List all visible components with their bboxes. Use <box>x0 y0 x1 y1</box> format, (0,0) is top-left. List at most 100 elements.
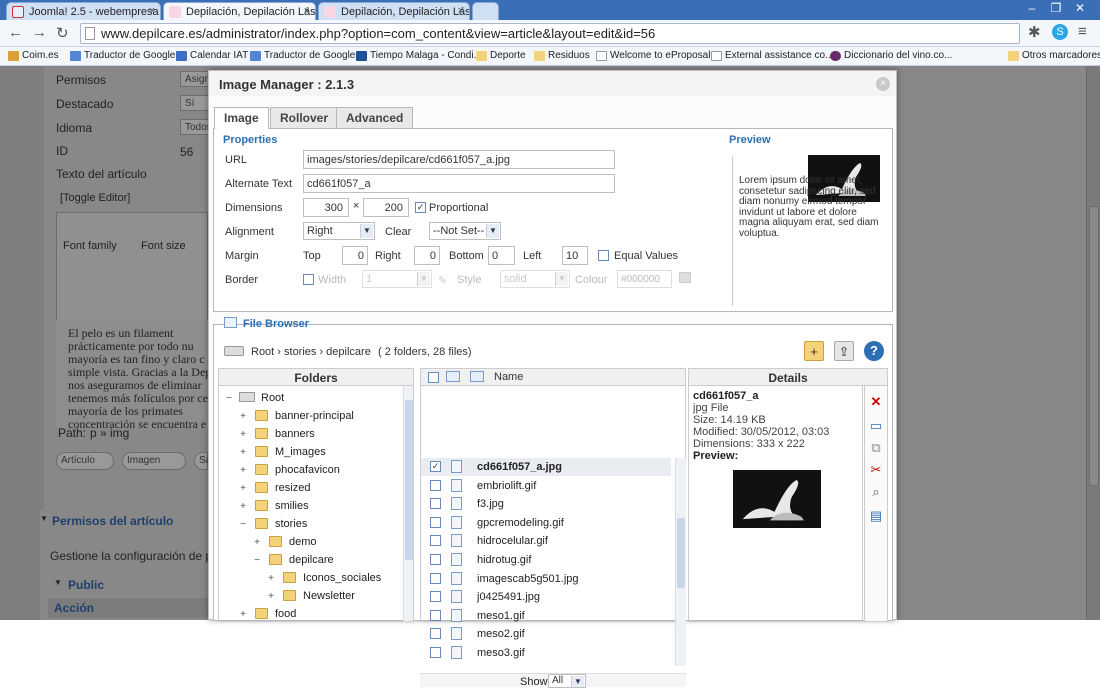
folder-item[interactable]: food <box>275 608 296 620</box>
insert-icon[interactable]: ▭ <box>866 416 886 436</box>
folder-item[interactable]: Iconos_sociales <box>303 572 381 584</box>
tree-toggle[interactable]: + <box>239 609 247 620</box>
folder-item[interactable]: resized <box>275 482 310 494</box>
tree-toggle[interactable]: + <box>239 501 247 512</box>
tree-toggle[interactable]: + <box>239 465 247 476</box>
file-row[interactable]: hidrocelular.gif <box>421 532 671 550</box>
tree-toggle[interactable]: + <box>267 591 275 602</box>
close-tab-icon[interactable]: × <box>149 5 155 17</box>
proportional-checkbox[interactable]: ✓ <box>415 202 426 213</box>
bookmark-item[interactable]: Diccionario del vino.co... <box>830 50 952 61</box>
tab-rollover[interactable]: Rollover <box>270 107 339 128</box>
width-input[interactable]: 300 <box>303 198 349 217</box>
browser-tab-depilcare[interactable]: Depilación, Depilación Láser, × <box>318 2 470 20</box>
clear-select[interactable]: --Not Set-- ▼ <box>429 222 501 240</box>
delete-icon[interactable]: ✕ <box>866 392 886 412</box>
file-checkbox[interactable] <box>430 628 441 639</box>
tree-toggle[interactable]: + <box>239 411 247 422</box>
browser-tab-joomla[interactable]: Joomla! 2.5 - webempresa jo × <box>6 2 161 20</box>
folder-item[interactable]: Newsletter <box>303 590 355 602</box>
bookmark-item[interactable]: Tiempo Malaga - Condi... <box>356 50 482 61</box>
copy-icon[interactable]: ⧉ <box>866 438 886 458</box>
scrollbar-thumb[interactable] <box>1089 206 1099 486</box>
new-tab-button[interactable] <box>472 2 499 20</box>
tree-toggle[interactable]: − <box>239 519 247 530</box>
height-input[interactable]: 200 <box>363 198 409 217</box>
file-row-selected[interactable]: ✓ cd661f057_a.jpg <box>421 458 671 476</box>
tab-image[interactable]: Image <box>214 107 269 129</box>
folder-item[interactable]: banners <box>275 428 315 440</box>
back-icon[interactable]: ← <box>8 24 23 41</box>
file-checkbox[interactable] <box>430 610 441 621</box>
page-scrollbar[interactable] <box>1086 66 1100 620</box>
url-input[interactable]: images/stories/depilcare/cd661f057_a.jpg <box>303 150 615 169</box>
tree-toggle[interactable]: + <box>267 573 275 584</box>
minimize-icon[interactable]: – <box>1020 1 1044 15</box>
tree-toggle[interactable]: − <box>253 555 261 566</box>
tree-toggle[interactable]: + <box>253 537 261 548</box>
menu-icon[interactable]: ≡ <box>1078 23 1087 40</box>
file-row[interactable]: imagescab5g501.jpg <box>421 570 671 588</box>
breadcrumb[interactable]: Root › stories › depilcare <box>251 346 371 358</box>
close-tab-icon[interactable]: × <box>458 5 464 17</box>
scrollbar-thumb[interactable] <box>677 518 685 588</box>
help-icon[interactable]: ? <box>864 341 884 361</box>
bookmark-item[interactable]: Welcome to eProposal. <box>596 50 713 61</box>
file-list-scrollbar[interactable] <box>675 458 686 666</box>
file-checkbox[interactable] <box>430 535 441 546</box>
file-row[interactable]: j0425491.jpg <box>421 588 671 606</box>
scrollbar-thumb[interactable] <box>405 400 413 560</box>
file-checkbox[interactable] <box>430 498 441 509</box>
folder-item[interactable]: Root <box>261 392 284 404</box>
file-row[interactable]: meso2.gif <box>421 625 671 643</box>
file-checkbox[interactable] <box>430 554 441 565</box>
tree-toggle[interactable]: + <box>239 429 247 440</box>
show-select[interactable]: All ▼ <box>548 674 586 688</box>
file-row[interactable]: gpcremodeling.gif <box>421 514 671 532</box>
folder-item[interactable]: M_images <box>275 446 326 458</box>
folder-item-selected[interactable]: depilcare <box>289 554 334 566</box>
bookmark-folder[interactable]: Otros marcadores <box>1008 50 1100 61</box>
margin-left-input[interactable]: 10 <box>562 246 588 265</box>
margin-right-input[interactable]: 0 <box>414 246 440 265</box>
margin-bottom-input[interactable]: 0 <box>488 246 515 265</box>
bookmark-item[interactable]: Calendar IAT <box>176 50 248 61</box>
folder-item[interactable]: smilies <box>275 500 309 512</box>
sort-icon[interactable] <box>470 371 484 382</box>
paste-icon[interactable]: ▤ <box>866 506 886 526</box>
bookmark-item[interactable]: Traductor de Google <box>250 50 355 61</box>
close-window-icon[interactable]: ✕ <box>1068 1 1092 15</box>
folder-item[interactable]: stories <box>275 518 307 530</box>
bookmark-folder[interactable]: Deporte <box>476 50 526 61</box>
file-checkbox[interactable] <box>430 480 441 491</box>
border-checkbox[interactable] <box>303 274 314 285</box>
file-checkbox[interactable] <box>430 647 441 658</box>
file-row[interactable]: meso1.gif <box>421 607 671 625</box>
close-tab-icon[interactable]: × <box>304 5 310 17</box>
upload-icon[interactable]: ⇪ <box>834 341 854 361</box>
bookmark-folder[interactable]: Residuos <box>534 50 590 61</box>
margin-top-input[interactable]: 0 <box>342 246 368 265</box>
bookmark-item[interactable]: External assistance co... <box>711 50 833 61</box>
file-row[interactable]: embriolift.gif <box>421 477 671 495</box>
file-checkbox[interactable] <box>430 591 441 602</box>
sort-icon[interactable] <box>446 371 460 382</box>
reload-icon[interactable]: ↻ <box>56 24 69 42</box>
view-icon[interactable]: ⌕ <box>866 482 886 502</box>
new-folder-icon[interactable]: + <box>804 341 824 361</box>
file-row[interactable]: f3.jpg <box>421 495 671 513</box>
folder-item[interactable]: demo <box>289 536 317 548</box>
close-dialog-icon[interactable]: × <box>876 77 890 91</box>
maximize-icon[interactable]: ❐ <box>1044 1 1068 15</box>
file-checkbox[interactable]: ✓ <box>430 461 441 472</box>
file-row[interactable]: hidrotug.gif <box>421 551 671 569</box>
tab-advanced[interactable]: Advanced <box>336 107 414 128</box>
file-row[interactable]: meso3.gif <box>421 644 671 662</box>
select-all-checkbox[interactable] <box>428 372 439 383</box>
browser-tab-depilcare-active[interactable]: Depilación, Depilación Láser, × <box>163 2 316 20</box>
equal-values-checkbox[interactable] <box>598 250 609 261</box>
bookmark-item[interactable]: Coim.es <box>8 50 59 61</box>
alt-text-input[interactable]: cd661f057_a <box>303 174 615 193</box>
folder-tree-scrollbar[interactable] <box>403 386 413 621</box>
skype-icon[interactable]: S <box>1052 24 1068 40</box>
